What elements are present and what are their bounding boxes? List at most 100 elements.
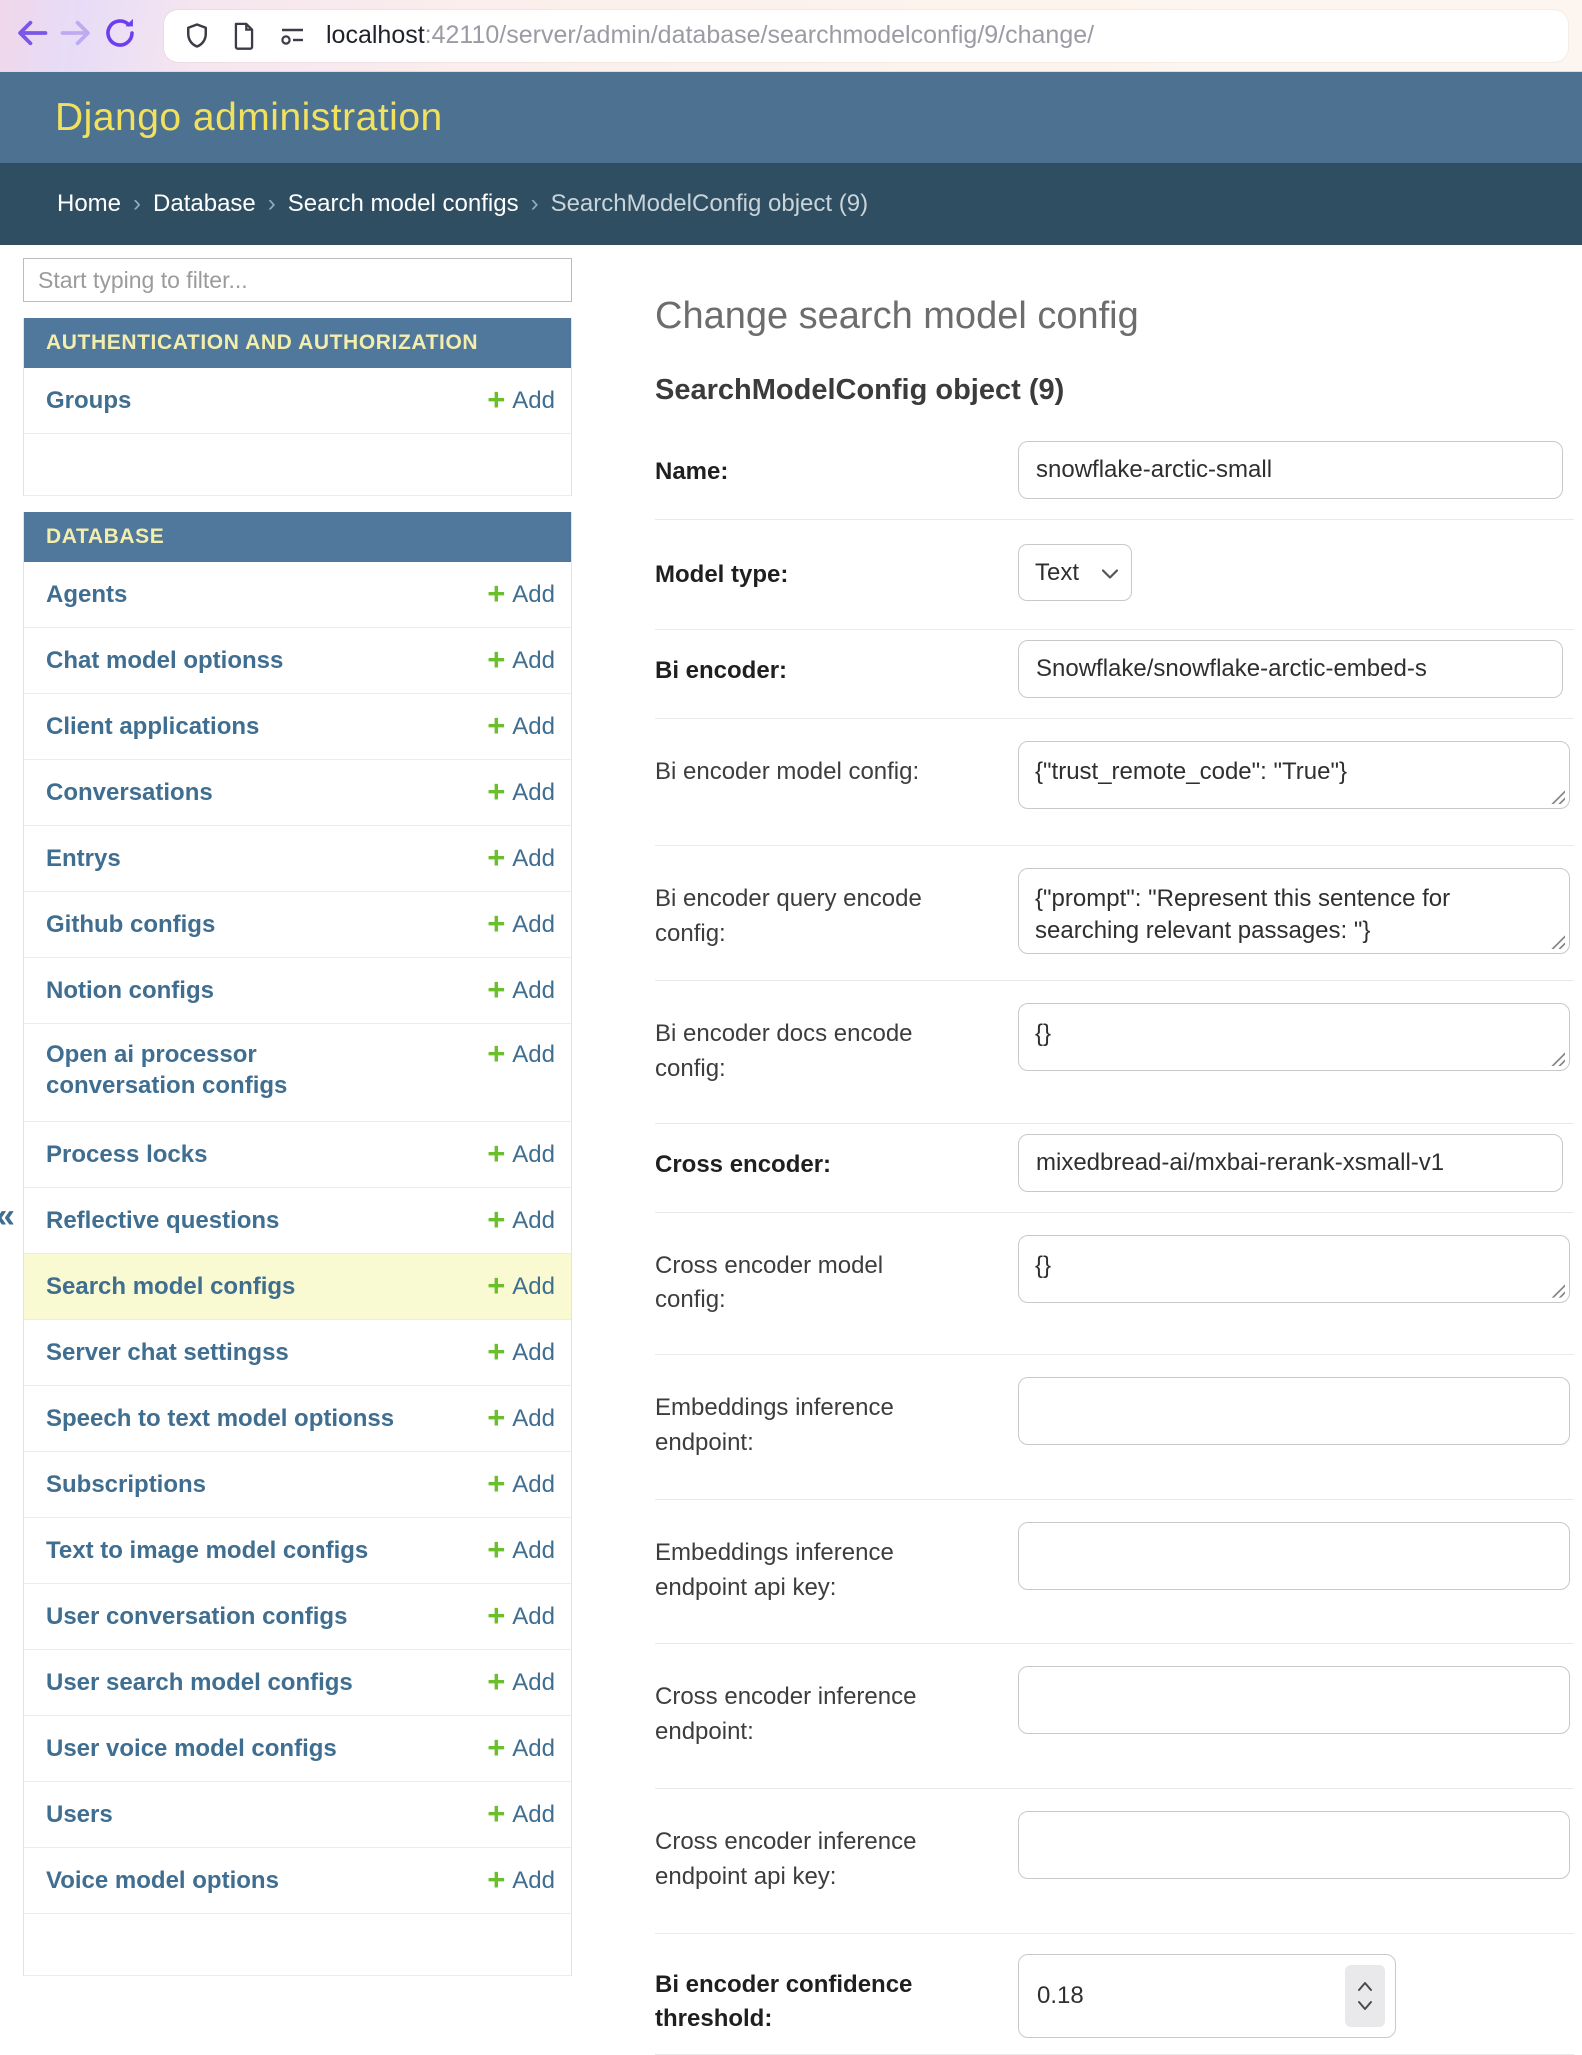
bi-encoder-input[interactable] xyxy=(1018,640,1563,698)
sidebar-item-chat-model-optionss[interactable]: Chat model optionss+Add xyxy=(24,628,571,694)
add-chat-model-optionss-button[interactable]: +Add xyxy=(487,645,555,676)
sidebar-item-groups[interactable]: Groups+Add xyxy=(24,368,571,434)
bi-encoder-confidence-threshold-number-input[interactable]: 0.18 xyxy=(1018,1954,1396,2038)
sidebar-item-subscriptions[interactable]: Subscriptions+Add xyxy=(24,1452,571,1518)
sidebar-item-user-conversation-configs[interactable]: User conversation configs+Add xyxy=(24,1584,571,1650)
sidebar-item-label: Conversations xyxy=(46,777,213,808)
sidebar-item-process-locks[interactable]: Process locks+Add xyxy=(24,1122,571,1188)
plus-icon: + xyxy=(487,974,505,1005)
sidebar-item-entrys[interactable]: Entrys+Add xyxy=(24,826,571,892)
sidebar-item-label: Client applications xyxy=(46,711,259,742)
cross-encoder-inference-endpoint-api-key-input[interactable] xyxy=(1018,1811,1570,1879)
add-user-voice-model-configs-button[interactable]: +Add xyxy=(487,1733,555,1764)
plus-icon: + xyxy=(487,1038,505,1069)
number-stepper[interactable] xyxy=(1345,1965,1385,2027)
cross-encoder-input[interactable] xyxy=(1018,1134,1563,1192)
embeddings-inference-endpoint-input[interactable] xyxy=(1018,1377,1570,1445)
add-label: Add xyxy=(512,1141,555,1169)
sidebar-item-open-ai-processor-conversation-configs[interactable]: Open ai processorconversation configs +Ad… xyxy=(24,1024,571,1122)
add-agents-button[interactable]: +Add xyxy=(487,579,555,610)
sidebar-item-conversations[interactable]: Conversations +Add xyxy=(24,760,571,826)
plus-icon: + xyxy=(487,578,505,609)
add-label: Add xyxy=(512,1735,555,1763)
url-text[interactable]: localhost:42110/server/admin/database/se… xyxy=(326,21,1094,50)
cross-encoder-inference-endpoint-input[interactable] xyxy=(1018,1666,1570,1734)
add-voice-model-options-button[interactable]: +Add xyxy=(487,1865,555,1896)
add-subscriptions-button[interactable]: +Add xyxy=(487,1469,555,1500)
permissions-icon[interactable] xyxy=(276,23,308,49)
breadcrumb-separator: › xyxy=(133,190,141,218)
sidebar-item-label: Reflective questions xyxy=(46,1205,279,1236)
add-search-model-configs-button[interactable]: +Add xyxy=(487,1271,555,1302)
back-button[interactable] xyxy=(10,14,54,58)
number-value: 0.18 xyxy=(1037,1982,1084,2010)
forward-button[interactable] xyxy=(54,14,98,58)
add-label: Add xyxy=(512,1537,555,1565)
sidebar-section-caption[interactable]: AUTHENTICATION AND AUTHORIZATION xyxy=(24,318,571,368)
shield-icon[interactable] xyxy=(182,21,212,51)
add-notion-configs-button[interactable]: +Add xyxy=(487,975,555,1006)
bi-encoder-model-config-textarea[interactable]: {"trust_remote_code": "True"} xyxy=(1018,741,1570,809)
refresh-button[interactable] xyxy=(98,14,142,58)
field-label-name: Name: xyxy=(655,441,1018,499)
form-row-embeddings-inference-endpoint: Embeddings inferenceendpoint: xyxy=(655,1355,1574,1500)
sidebar-item-client-applications[interactable]: Client applications +Add xyxy=(24,694,571,760)
sidebar-item-agents[interactable]: Agents+Add xyxy=(24,562,571,628)
site-title[interactable]: Django administration xyxy=(55,96,443,140)
sidebar-item-search-model-configs[interactable]: Search model configs+Add xyxy=(24,1254,571,1320)
add-client-applications-button[interactable]: +Add xyxy=(487,711,555,742)
bi-encoder-query-encode-config-textarea[interactable]: {"prompt": "Represent this sentence for … xyxy=(1018,868,1570,954)
sidebar-item-text-to-image-model-configs[interactable]: Text to image model configs +Add xyxy=(24,1518,571,1584)
add-user-search-model-configs-button[interactable]: +Add xyxy=(487,1667,555,1698)
add-user-conversation-configs-button[interactable]: +Add xyxy=(487,1601,555,1632)
breadcrumb-link[interactable]: Home xyxy=(57,190,121,218)
add-text-to-image-model-configs-button[interactable]: +Add xyxy=(487,1535,555,1566)
sidebar-item-label: Text to image model configs xyxy=(46,1535,368,1566)
page-info-icon[interactable] xyxy=(230,21,258,51)
sidebar-item-reflective-questions[interactable]: Reflective questions +Add xyxy=(24,1188,571,1254)
resize-handle-icon[interactable] xyxy=(1548,787,1565,804)
sidebar-item-label: User voice model configs xyxy=(46,1733,337,1764)
name-input[interactable] xyxy=(1018,441,1563,499)
textarea-value: {"prompt": "Represent this sentence for … xyxy=(1035,885,1450,944)
add-github-configs-button[interactable]: +Add xyxy=(487,909,555,940)
sidebar-section-caption[interactable]: DATABASE xyxy=(24,512,571,562)
browser-toolbar: localhost:42110/server/admin/database/se… xyxy=(0,0,1582,72)
model-type-select[interactable]: Text xyxy=(1018,544,1132,601)
add-label: Add xyxy=(512,1405,555,1433)
sidebar-filter-input[interactable] xyxy=(23,258,572,302)
add-server-chat-settingss-button[interactable]: +Add xyxy=(487,1337,555,1368)
sidebar-collapse-toggle[interactable]: « xyxy=(0,1197,15,1236)
sidebar-item-github-configs[interactable]: Github configs+Add xyxy=(24,892,571,958)
embeddings-inference-endpoint-api-key-input[interactable] xyxy=(1018,1522,1570,1590)
sidebar-item-user-voice-model-configs[interactable]: User voice model configs +Add xyxy=(24,1716,571,1782)
add-users-button[interactable]: +Add xyxy=(487,1799,555,1830)
sidebar-item-voice-model-options[interactable]: Voice model options+Add xyxy=(24,1848,571,1914)
resize-handle-icon[interactable] xyxy=(1548,1281,1565,1298)
add-speech-to-text-model-optionss-button[interactable]: +Add xyxy=(487,1403,555,1434)
add-reflective-questions-button[interactable]: +Add xyxy=(487,1205,555,1236)
cross-encoder-model-config-textarea[interactable]: {} xyxy=(1018,1235,1570,1303)
sidebar-item-label: Open ai processorconversation configs xyxy=(46,1039,287,1101)
breadcrumb-link[interactable]: Database xyxy=(153,190,256,218)
add-conversations-button[interactable]: +Add xyxy=(487,777,555,808)
resize-handle-icon[interactable] xyxy=(1548,932,1565,949)
plus-icon: + xyxy=(487,1336,505,1367)
add-label: Add xyxy=(512,1471,555,1499)
add-entrys-button[interactable]: +Add xyxy=(487,843,555,874)
sidebar-item-users[interactable]: Users +Add xyxy=(24,1782,571,1848)
breadcrumb-link[interactable]: Search model configs xyxy=(288,190,519,218)
add-groups-button[interactable]: +Add xyxy=(487,385,555,416)
field-control-embeddings-inference-endpoint xyxy=(1018,1377,1570,1461)
sidebar-item-server-chat-settingss[interactable]: Server chat settingss+Add xyxy=(24,1320,571,1386)
bi-encoder-docs-encode-config-textarea[interactable]: {} xyxy=(1018,1003,1570,1071)
sidebar-item-notion-configs[interactable]: Notion configs+Add xyxy=(24,958,571,1024)
add-process-locks-button[interactable]: +Add xyxy=(487,1139,555,1170)
add-open-ai-processor-conversation-configs-button[interactable]: +Add xyxy=(487,1039,555,1070)
sidebar-item-speech-to-text-model-optionss[interactable]: Speech to text model optionss+Add xyxy=(24,1386,571,1452)
address-bar[interactable]: localhost:42110/server/admin/database/se… xyxy=(164,10,1568,62)
form-row-cross-encoder: Cross encoder: xyxy=(655,1124,1574,1213)
resize-handle-icon[interactable] xyxy=(1548,1049,1565,1066)
sidebar-item-label: Users xyxy=(46,1799,113,1830)
sidebar-item-user-search-model-configs[interactable]: User search model configs+Add xyxy=(24,1650,571,1716)
